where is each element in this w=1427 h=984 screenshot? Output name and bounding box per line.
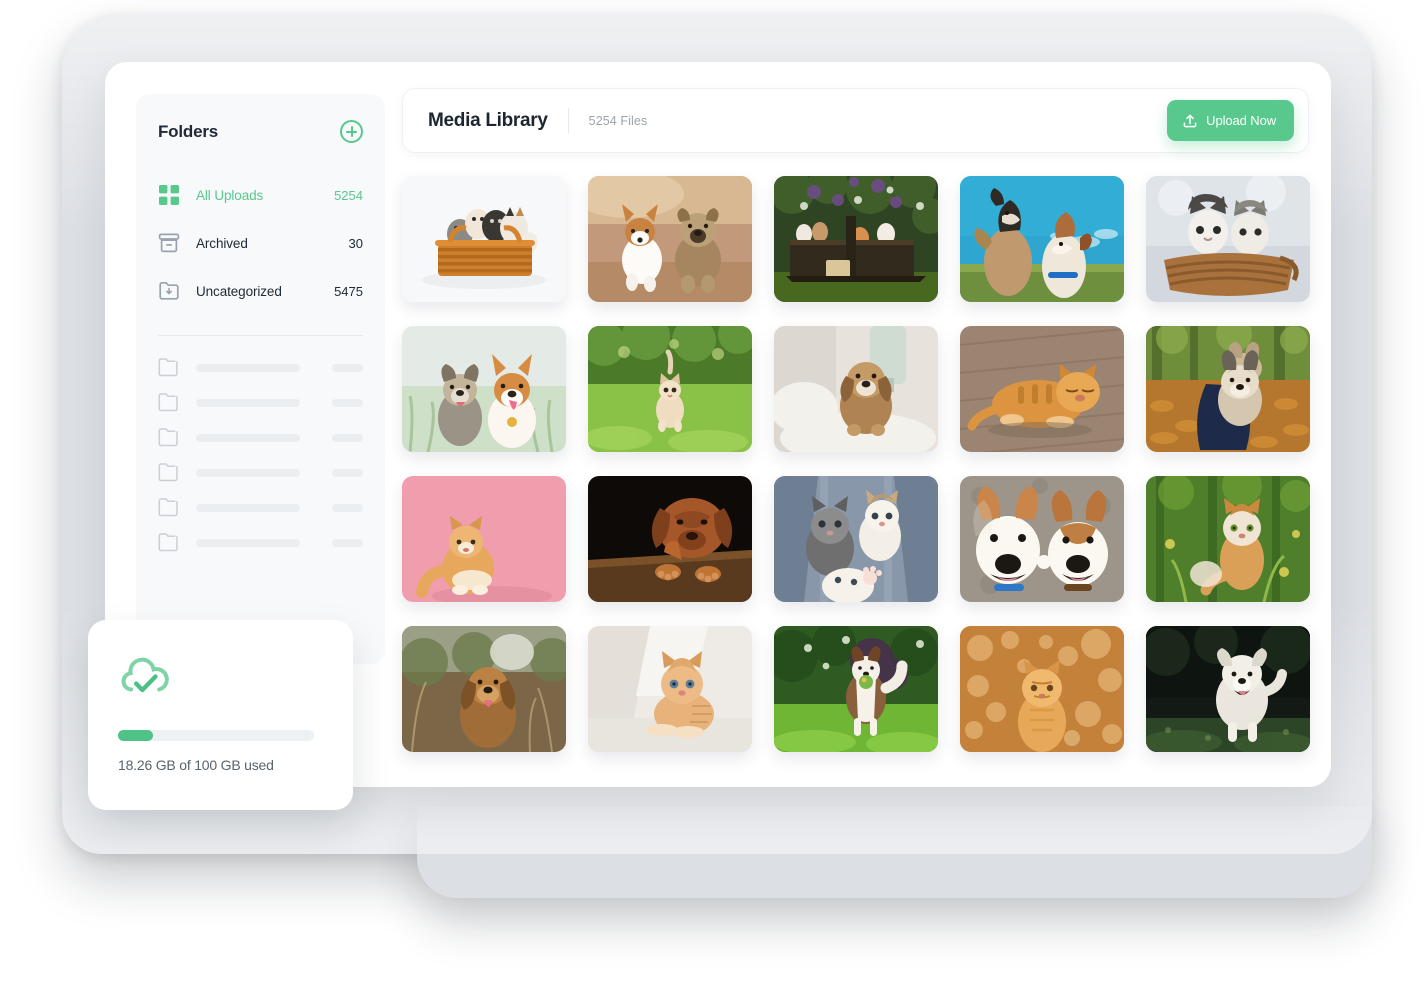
media-thumbnail[interactable] (588, 176, 752, 302)
sidebar-item-label: Archived (196, 235, 248, 251)
media-thumbnail[interactable] (402, 626, 566, 752)
cloud-check-icon (121, 657, 169, 693)
folder-outline-icon (158, 498, 178, 517)
sidebar-item-uncategorized[interactable]: Uncategorized 5475 (158, 267, 363, 315)
white-puppy-running-at-night-image (1146, 626, 1310, 752)
sidebar-item-label: All Uploads (196, 187, 264, 203)
folder-outline-icon (158, 393, 178, 412)
media-thumbnail[interactable] (774, 626, 938, 752)
media-thumbnail-grid (402, 176, 1310, 752)
corgi-and-terrier-running-image (588, 176, 752, 302)
folder-skeleton-list (158, 350, 363, 560)
sidebar-item-count: 5475 (334, 283, 363, 299)
skeleton-count-bar (332, 468, 363, 477)
media-thumbnail[interactable] (960, 326, 1124, 452)
folder-outline-icon (158, 463, 178, 482)
folder-skeleton-row (158, 490, 363, 525)
sidebar-item-label: Uncategorized (196, 283, 282, 299)
media-thumbnail[interactable] (1146, 626, 1310, 752)
media-thumbnail[interactable] (774, 476, 938, 602)
skeleton-name-bar (196, 433, 300, 442)
skeleton-count-bar (332, 398, 363, 407)
media-thumbnail[interactable] (1146, 476, 1310, 602)
skeleton-count-bar (332, 433, 363, 442)
media-thumbnail[interactable] (588, 626, 752, 752)
terrier-and-corgi-in-grass-image (402, 326, 566, 452)
skeleton-name-bar (196, 468, 300, 477)
header-divider (567, 108, 569, 133)
sidebar-item-count: 5254 (334, 187, 363, 203)
two-kittens-in-basket-image (1146, 176, 1310, 302)
page-title: Media Library (428, 109, 548, 131)
file-count-label: 5254 Files (588, 113, 648, 128)
grid-icon (159, 185, 179, 205)
sidebar-header: Folders (158, 120, 363, 143)
ginger-cat-pink-background-image (402, 476, 566, 602)
ginger-kitten-on-white-sofa-image (588, 626, 752, 752)
media-thumbnail[interactable] (402, 176, 566, 302)
media-thumbnail[interactable] (588, 476, 752, 602)
skeleton-name-bar (196, 398, 300, 407)
kittens-in-garden-crate-image (774, 176, 938, 302)
upload-now-button[interactable]: Upload Now (1167, 100, 1294, 141)
media-thumbnail[interactable] (960, 626, 1124, 752)
skeleton-name-bar (196, 503, 300, 512)
folder-skeleton-row (158, 385, 363, 420)
folder-skeleton-row (158, 455, 363, 490)
orange-cat-on-wood-floor-image (960, 326, 1124, 452)
library-header-bar: Media Library 5254 Files Upload Now (402, 88, 1309, 153)
folder-skeleton-row (158, 350, 363, 385)
folder-outline-icon (158, 358, 178, 377)
media-thumbnail[interactable] (1146, 176, 1310, 302)
skeleton-count-bar (332, 503, 363, 512)
sidebar-divider (158, 335, 363, 336)
golden-dog-in-field-image (402, 626, 566, 752)
upload-now-label: Upload Now (1206, 113, 1276, 128)
archive-box-icon (158, 233, 180, 253)
media-thumbnail[interactable] (1146, 326, 1310, 452)
media-thumbnail[interactable] (774, 176, 938, 302)
media-thumbnail[interactable] (960, 176, 1124, 302)
media-thumbnail[interactable] (588, 326, 752, 452)
skeleton-count-bar (332, 363, 363, 372)
kittens-in-wicker-basket-image (402, 176, 566, 302)
sidebar-item-all-uploads[interactable]: All Uploads 5254 (158, 171, 363, 219)
folder-outline-icon (158, 428, 178, 447)
media-library-main: Media Library 5254 Files Upload Now (402, 88, 1310, 787)
two-dogs-howling-blue-sky-image (960, 176, 1124, 302)
tabby-cat-in-meadow-image (1146, 476, 1310, 602)
folder-download-icon (159, 281, 179, 300)
kitten-running-in-grass-image (588, 326, 752, 452)
folder-skeleton-row (158, 525, 363, 560)
media-thumbnail[interactable] (402, 476, 566, 602)
storage-progress-track (118, 730, 314, 741)
cat-with-bokeh-lights-image (960, 626, 1124, 752)
media-thumbnail[interactable] (402, 326, 566, 452)
two-corgis-smiling-image (960, 476, 1124, 602)
circle-plus-icon[interactable] (340, 120, 363, 143)
cockapoo-puppy-on-bed-image (774, 326, 938, 452)
kittens-on-denim-image (774, 476, 938, 602)
border-collie-with-ball-image (774, 626, 938, 752)
storage-progress-fill (118, 730, 154, 741)
sidebar-title: Folders (158, 121, 219, 141)
skeleton-count-bar (332, 538, 363, 547)
folder-skeleton-row (158, 420, 363, 455)
media-thumbnail[interactable] (774, 326, 938, 452)
skeleton-name-bar (196, 538, 300, 547)
folder-outline-icon (158, 533, 178, 552)
upload-icon (1183, 114, 1197, 127)
media-thumbnail[interactable] (960, 476, 1124, 602)
husky-puppy-in-autumn-leaves-image (1146, 326, 1310, 452)
storage-usage-card: 18.26 GB of 100 GB used (88, 620, 353, 810)
folders-sidebar: Folders All Uploads 5254 Archived 30 Unc… (136, 94, 385, 664)
skeleton-name-bar (196, 363, 300, 372)
sidebar-item-archived[interactable]: Archived 30 (158, 219, 363, 267)
mastiff-puppy-dark-background-image (588, 476, 752, 602)
sidebar-item-count: 30 (348, 235, 363, 251)
storage-usage-label: 18.26 GB of 100 GB used (118, 757, 274, 773)
